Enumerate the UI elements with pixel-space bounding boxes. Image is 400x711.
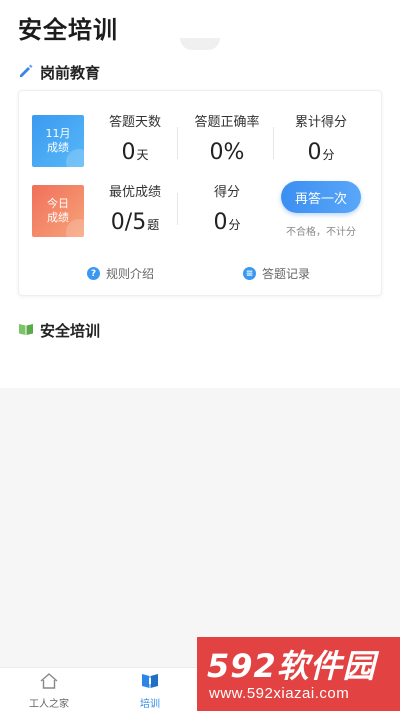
home-icon: [14, 672, 84, 693]
nav-item-workers-home[interactable]: 工人之家: [14, 672, 84, 710]
nav-item-training[interactable]: 培训: [115, 672, 185, 710]
section-title: 岗前教育: [40, 64, 101, 82]
pencil-icon: [18, 63, 34, 83]
rules-link[interactable]: ? 规则介绍: [87, 265, 154, 282]
watermark-url: www.592xiazai.com: [209, 685, 350, 702]
question-icon: ?: [87, 267, 100, 280]
book-icon: [18, 321, 34, 341]
section-header-training: 安全培训: [18, 320, 100, 341]
records-link[interactable]: ≡ 答题记录: [243, 265, 310, 282]
section-title: 安全培训: [40, 322, 101, 340]
stat-score: 得分 0分: [213, 185, 241, 235]
exam-stats-card: 11月 成绩 今日 成绩 答题天数 0天 答题正确率 0% 累计得分 0分 最优…: [18, 90, 382, 296]
page-title: 安全培训: [18, 16, 118, 44]
month-score-badge: 11月 成绩: [32, 115, 84, 167]
stat-answer-days: 答题天数 0天: [108, 115, 161, 165]
pull-indicator: [180, 38, 220, 50]
site-watermark: 592软件园 www.592xiazai.com: [197, 637, 400, 711]
stat-total-score: 累计得分 0分: [294, 115, 347, 165]
list-icon: ≡: [243, 267, 256, 280]
app-screen: 安全培训 岗前教育 11月 成绩 今日 成绩 答题天数 0天 答题正确率 0% …: [0, 0, 400, 711]
retry-button[interactable]: 再答一次: [281, 181, 361, 213]
watermark-logo: 592软件园: [207, 647, 376, 685]
divider: [177, 193, 178, 225]
retry-note: 不合格，不计分: [286, 227, 356, 238]
stat-accuracy: 答题正确率 0%: [194, 115, 260, 165]
today-score-badge: 今日 成绩: [32, 185, 84, 237]
divider: [273, 127, 274, 159]
content-panel: 安全培训 岗前教育 11月 成绩 今日 成绩 答题天数 0天 答题正确率 0% …: [0, 0, 400, 388]
stat-best-score: 最优成绩 0/5题: [108, 185, 161, 235]
book-icon: [115, 672, 185, 693]
divider: [177, 127, 178, 159]
section-header-pre-job: 岗前教育: [18, 62, 100, 83]
